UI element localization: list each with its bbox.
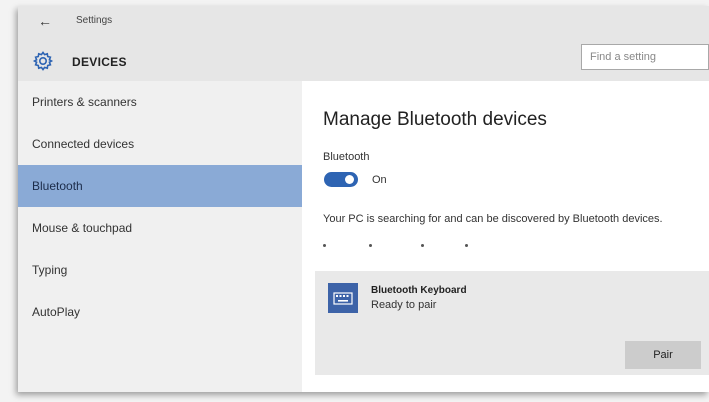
sidebar-item-autoplay[interactable]: AutoPlay [18, 291, 302, 333]
progress-dot [465, 244, 468, 247]
sidebar: Printers & scanners Connected devices Bl… [18, 81, 302, 392]
progress-dot [421, 244, 424, 247]
device-list-item[interactable]: Bluetooth Keyboard Ready to pair Pair [315, 271, 709, 375]
bluetooth-label: Bluetooth [323, 151, 370, 163]
bluetooth-toggle[interactable] [324, 172, 358, 187]
sidebar-item-connected-devices[interactable]: Connected devices [18, 123, 302, 165]
sidebar-item-typing[interactable]: Typing [18, 249, 302, 291]
search-input[interactable] [581, 44, 709, 70]
toggle-state-label: On [372, 174, 387, 186]
settings-window: ← Settings DEVICES Printers & scanners C… [18, 6, 709, 392]
window-title: Settings [76, 15, 113, 26]
progress-dot [323, 244, 326, 247]
sidebar-item-mouse-touchpad[interactable]: Mouse & touchpad [18, 207, 302, 249]
page-title: Manage Bluetooth devices [323, 109, 547, 130]
sidebar-item-bluetooth[interactable]: Bluetooth [18, 165, 302, 207]
searching-progress-dots [323, 244, 473, 250]
device-name: Bluetooth Keyboard [371, 285, 467, 296]
pair-button[interactable]: Pair [625, 341, 701, 369]
discovery-status-text: Your PC is searching for and can be disc… [323, 213, 663, 225]
sidebar-item-printers-scanners[interactable]: Printers & scanners [18, 81, 302, 123]
main-content: Manage Bluetooth devices Bluetooth On Yo… [315, 81, 709, 392]
progress-dot [369, 244, 372, 247]
gear-icon [32, 51, 54, 71]
back-arrow-icon[interactable]: ← [38, 13, 54, 29]
keyboard-icon [328, 283, 358, 313]
section-title: DEVICES [72, 55, 127, 69]
header: ← Settings DEVICES [18, 6, 709, 81]
title-bar: ← Settings [18, 6, 709, 36]
toggle-knob [345, 175, 354, 184]
device-status: Ready to pair [371, 299, 437, 311]
